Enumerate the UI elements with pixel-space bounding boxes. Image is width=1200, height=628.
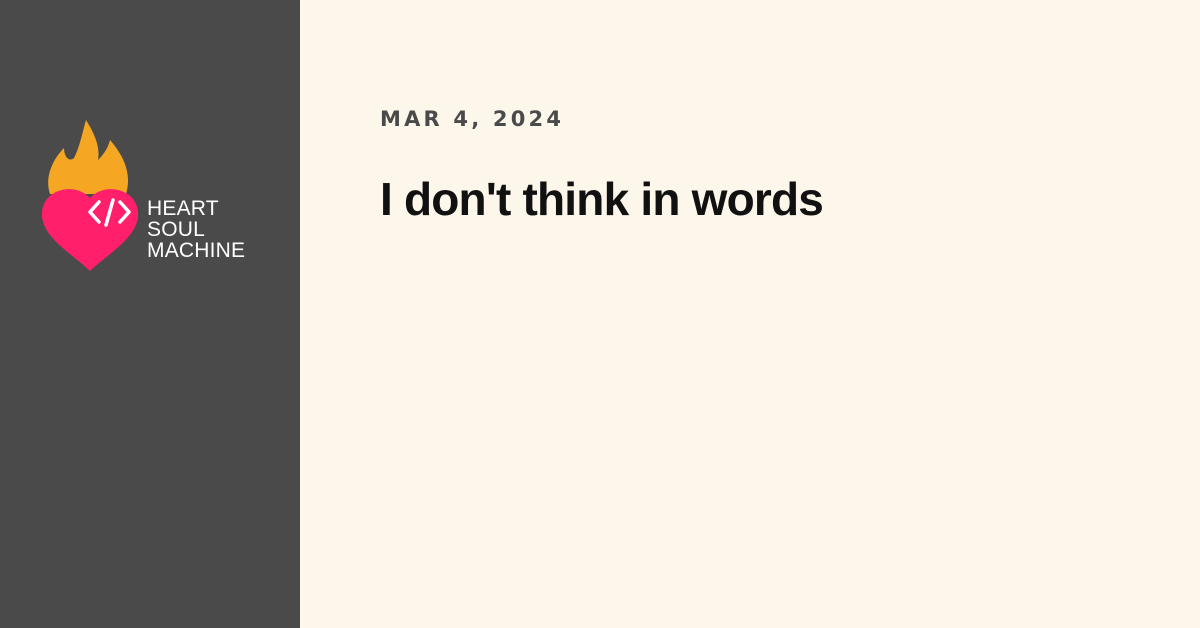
- sidebar: HEART SOUL MACHINE: [0, 0, 300, 628]
- logo-wordmark: HEART SOUL MACHINE: [147, 198, 245, 261]
- post-title: I don't think in words: [380, 173, 824, 225]
- flame-shape: [48, 120, 129, 194]
- site-logo[interactable]: HEART SOUL MACHINE: [40, 114, 270, 279]
- logo-line-heart: HEART: [147, 197, 219, 220]
- post-header: MAR 4, 2024 I don't think in words: [300, 0, 1200, 628]
- post-date: MAR 4, 2024: [380, 107, 565, 131]
- heart-shape: [41, 189, 139, 271]
- logo-line-soul: SOUL: [147, 218, 205, 241]
- flaming-heart-code-icon: [41, 120, 139, 271]
- logo-line-machine: MACHINE: [147, 239, 246, 262]
